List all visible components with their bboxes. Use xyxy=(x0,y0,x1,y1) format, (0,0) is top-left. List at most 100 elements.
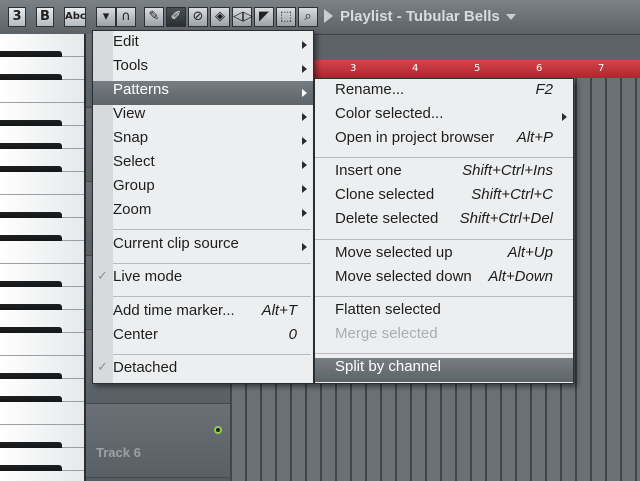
submenu-item-clone-selected[interactable]: Clone selected Shift+Ctrl+C xyxy=(315,186,573,210)
menu-shortcut: Shift+Ctrl+Ins xyxy=(462,162,553,179)
menu-item-label: Group xyxy=(113,177,155,194)
submenu-arrow-icon xyxy=(302,137,307,145)
submenu-arrow-icon xyxy=(302,41,307,49)
piano-white-key[interactable] xyxy=(0,333,84,356)
menu-item-label: Zoom xyxy=(113,201,152,218)
toolbar-button-abc[interactable]: Abc xyxy=(64,7,86,27)
playlist-arrow-icon[interactable] xyxy=(324,9,333,23)
submenu-arrow-icon xyxy=(302,89,307,97)
menu-shortcut: F2 xyxy=(535,81,553,98)
zoom-icon[interactable]: ⌕ xyxy=(298,7,318,27)
menu-item-current-clip-source[interactable]: Current clip source xyxy=(93,235,313,259)
menu-item-label: Rename... xyxy=(335,81,405,98)
menu-separator xyxy=(113,354,311,355)
delete-icon[interactable]: ⊘ xyxy=(188,7,208,27)
menu-item-label: Clone selected xyxy=(335,186,435,203)
slip-icon[interactable]: ◁▷ xyxy=(232,7,253,27)
menu-item-label: Add time marker... xyxy=(113,302,235,319)
menu-item-select[interactable]: Select xyxy=(93,153,313,177)
submenu-item-split-by-channel[interactable]: Split by channel xyxy=(315,358,573,382)
menu-item-label: Current clip source xyxy=(113,235,239,252)
menu-item-label: Insert one xyxy=(335,162,402,179)
menu-item-edit[interactable]: Edit xyxy=(93,33,313,57)
menu-item-label: Edit xyxy=(113,33,139,50)
submenu-item-merge-selected: Merge selected xyxy=(315,325,573,349)
menu-item-label: Center xyxy=(113,326,159,343)
pencil-icon[interactable]: ✎ xyxy=(144,7,164,27)
chevron-down-icon[interactable] xyxy=(506,14,516,20)
submenu-item-flatten-selected[interactable]: Flatten selected xyxy=(315,301,573,325)
timeline-ruler[interactable]: 3 4 5 6 7 xyxy=(310,60,640,78)
menu-item-label: Open in project browser xyxy=(335,129,495,146)
submenu-item-color-selected[interactable]: Color selected... xyxy=(315,105,573,129)
piano-keyboard xyxy=(0,34,86,481)
track-led-icon[interactable] xyxy=(214,426,222,434)
submenu-arrow-icon xyxy=(302,65,307,73)
menu-item-patterns[interactable]: Patterns xyxy=(93,81,313,105)
submenu-arrow-icon xyxy=(562,113,567,121)
toolbar-button-3[interactable]: 3 xyxy=(8,7,26,27)
piano-white-key[interactable] xyxy=(0,80,84,103)
submenu-item-insert-one[interactable]: Insert one Shift+Ctrl+Ins xyxy=(315,162,573,186)
submenu-arrow-icon xyxy=(302,185,307,193)
submenu-arrow-icon xyxy=(302,113,307,121)
ruler-mark: 6 xyxy=(536,63,543,74)
track-header[interactable] xyxy=(86,404,230,478)
playlist-options-menu: Edit Tools Patterns View Snap Select Gro… xyxy=(92,30,314,384)
menu-item-label: Detached xyxy=(113,359,178,376)
submenu-item-move-selected-up[interactable]: Move selected up Alt+Up xyxy=(315,244,573,268)
menu-item-label: Merge selected xyxy=(335,325,438,342)
menu-shortcut: Alt+P xyxy=(516,129,553,146)
playlist-title[interactable]: Playlist - Tubular Bells xyxy=(340,8,500,25)
submenu-arrow-icon xyxy=(302,243,307,251)
submenu-arrow-icon xyxy=(302,161,307,169)
piano-white-key[interactable] xyxy=(0,172,84,195)
menu-item-label: Flatten selected xyxy=(335,301,441,318)
menu-arrow-icon[interactable]: ▾ xyxy=(96,7,116,27)
submenu-arrow-icon xyxy=(302,209,307,217)
menu-separator xyxy=(315,353,573,354)
select-icon[interactable]: ⬚ xyxy=(276,7,296,27)
menu-item-detached[interactable]: ✓ Detached xyxy=(93,359,313,383)
checkmark-icon: ✓ xyxy=(97,268,108,283)
menu-separator xyxy=(113,229,311,230)
ruler-mark: 4 xyxy=(412,63,419,74)
menu-item-label: Snap xyxy=(113,129,149,146)
menu-item-view[interactable]: View xyxy=(93,105,313,129)
menu-item-label: Tools xyxy=(113,57,149,74)
menu-item-label: Split by channel xyxy=(335,358,441,375)
menu-item-label: Select xyxy=(113,153,155,170)
menu-item-group[interactable]: Group xyxy=(93,177,313,201)
submenu-item-rename[interactable]: Rename... F2 xyxy=(315,81,573,105)
ruler-mark: 3 xyxy=(350,63,357,74)
menu-item-snap[interactable]: Snap xyxy=(93,129,313,153)
menu-shortcut: Alt+Up xyxy=(507,244,553,261)
ruler-mark: 5 xyxy=(474,63,481,74)
menu-item-live-mode[interactable]: ✓ Live mode xyxy=(93,268,313,292)
menu-shortcut: Shift+Ctrl+Del xyxy=(459,210,553,227)
menu-item-label: View xyxy=(113,105,146,122)
menu-item-add-time-marker[interactable]: Add time marker... Alt+T xyxy=(93,302,313,326)
menu-separator xyxy=(315,239,573,240)
menu-shortcut: Alt+Down xyxy=(488,268,553,285)
slice-icon[interactable]: ◤ xyxy=(254,7,274,27)
checkmark-icon: ✓ xyxy=(97,359,108,374)
menu-item-zoom[interactable]: Zoom xyxy=(93,201,313,225)
submenu-item-move-selected-down[interactable]: Move selected down Alt+Down xyxy=(315,268,573,292)
track-6-label: Track 6 xyxy=(96,445,141,460)
toolbar-button-b[interactable]: B xyxy=(36,7,54,27)
menu-item-label: Move selected up xyxy=(335,244,453,261)
menu-item-center[interactable]: Center 0 xyxy=(93,326,313,350)
menu-shortcut: Alt+T xyxy=(261,302,297,319)
mute-icon[interactable]: ◈ xyxy=(210,7,230,27)
submenu-item-delete-selected[interactable]: Delete selected Shift+Ctrl+Del xyxy=(315,210,573,234)
piano-white-key[interactable] xyxy=(0,241,84,264)
menu-shortcut: Shift+Ctrl+C xyxy=(471,186,553,203)
brush-icon[interactable]: ✐ xyxy=(166,7,186,27)
piano-white-key[interactable] xyxy=(0,402,84,425)
magnet-icon[interactable]: ∩ xyxy=(116,7,136,27)
piano-white-key[interactable] xyxy=(0,471,84,481)
menu-separator xyxy=(113,263,311,264)
menu-item-tools[interactable]: Tools xyxy=(93,57,313,81)
submenu-item-open-in-project-browser[interactable]: Open in project browser Alt+P xyxy=(315,129,573,153)
